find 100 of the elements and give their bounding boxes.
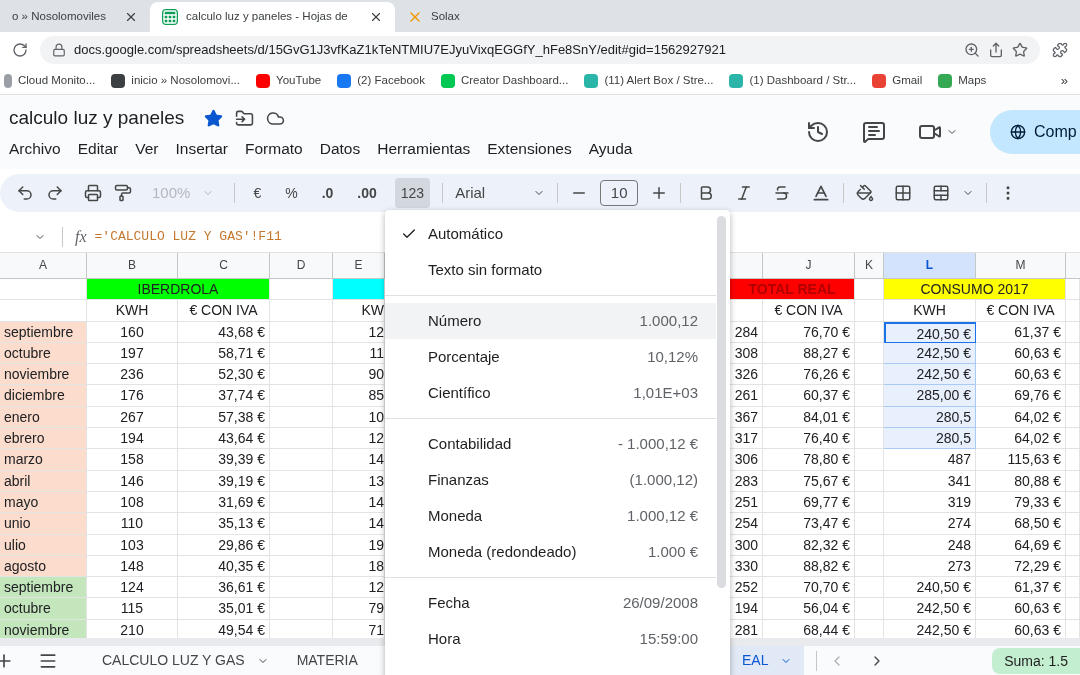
menu-option[interactable]: Automático <box>385 216 716 252</box>
menu-option[interactable]: Finanzas (1.000,12) <box>385 462 716 498</box>
share-icon[interactable] <box>988 41 1004 58</box>
star-icon[interactable] <box>204 108 224 128</box>
format-button[interactable]: .00 <box>351 178 383 208</box>
column-header[interactable]: A <box>0 253 87 279</box>
column-header[interactable]: L <box>884 253 976 279</box>
strikethrough-icon[interactable] <box>773 184 792 202</box>
menu-option[interactable]: Fecha 26/09/2008 <box>385 585 716 621</box>
column-header[interactable]: B <box>87 253 178 279</box>
table-cell: 88,82 € <box>763 555 855 578</box>
redo-icon[interactable] <box>46 184 64 202</box>
browser-tab[interactable]: calculo luz y paneles - Hojas de <box>150 2 395 32</box>
move-folder-icon[interactable] <box>235 108 255 128</box>
document-title[interactable]: calculo luz y paneles <box>9 104 185 133</box>
menu-item[interactable]: Ver <box>135 136 159 160</box>
bookmark-link[interactable]: Cloud Monito... <box>18 71 96 90</box>
menu-item[interactable]: Insertar <box>175 136 228 160</box>
column-header[interactable]: C <box>178 253 270 279</box>
month-cell: diciembre <box>0 385 87 407</box>
menu-item[interactable]: Herramientas <box>377 136 471 160</box>
menu-item[interactable]: Archivo <box>9 136 61 160</box>
selected-cell[interactable]: 280,5 <box>884 428 976 450</box>
format-button[interactable]: € <box>247 178 268 208</box>
table-cell <box>1066 428 1080 450</box>
column-header[interactable]: D <box>270 253 333 279</box>
option-label: Fecha <box>428 592 471 613</box>
selected-cell[interactable]: 242,50 € <box>884 598 976 620</box>
selected-cell[interactable]: 341 <box>884 470 976 492</box>
bookmark-link[interactable]: Creator Dashboard... <box>461 71 569 90</box>
selected-cell[interactable]: 487 <box>884 449 976 471</box>
fx-icon: fx <box>75 224 87 249</box>
reload-icon[interactable] <box>12 41 28 58</box>
close-icon[interactable] <box>369 10 383 24</box>
address-bar[interactable]: docs.google.com/spreadsheets/d/15GvG1J3vfKaZ1kTeNTMIU7EJyuVixqEGGfY_hFe8SnY/edit#gid=1562927921 <box>40 35 1040 64</box>
menu-item[interactable]: Extensiones <box>487 136 572 160</box>
column-header[interactable]: K <box>855 253 884 279</box>
sum-chip[interactable]: Suma: 1.5 <box>992 647 1080 674</box>
selected-cell[interactable]: 242,50 € <box>884 364 976 386</box>
selected-cell[interactable]: 319 <box>884 491 976 514</box>
paint-format-icon[interactable] <box>114 184 132 202</box>
history-icon[interactable] <box>806 120 830 144</box>
zoom-icon[interactable] <box>964 41 980 58</box>
selected-cell[interactable]: 240,50 € <box>884 577 976 599</box>
format-button[interactable]: % <box>279 178 304 208</box>
menu-item[interactable]: Formato <box>245 136 303 160</box>
scrollbar[interactable] <box>717 216 726 588</box>
borders-icon[interactable] <box>894 184 913 202</box>
browser-tab[interactable]: Solax <box>395 2 545 32</box>
selected-cell[interactable]: 248 <box>884 534 976 556</box>
bookmark-link[interactable]: YouTube <box>276 71 322 90</box>
comments-icon[interactable] <box>862 120 886 144</box>
menu-option[interactable]: Hora 15:59:00 <box>385 621 716 657</box>
extensions-icon[interactable] <box>1052 41 1068 58</box>
formula-field[interactable]: ='CALCULO LUZ Y GAS'!F11 <box>94 226 282 247</box>
bookmark-link[interactable]: inicio » Nosolomovi... <box>131 71 240 90</box>
undo-icon[interactable] <box>16 184 34 202</box>
menu-item[interactable]: Ayuda <box>588 136 633 160</box>
menu-option[interactable]: Contabilidad - 1.000,12 € <box>385 426 716 462</box>
menu-option[interactable]: Porcentaje 10,12% <box>385 339 716 375</box>
selected-cell[interactable]: 273 <box>884 555 976 578</box>
more-bookmarks[interactable]: » <box>1060 70 1068 91</box>
selected-cell[interactable]: 274 <box>884 513 976 535</box>
menu-item[interactable]: Editar <box>77 136 119 160</box>
sheet-tab[interactable]: EAL <box>730 646 805 675</box>
bookmark-link[interactable]: (11) Alert Box / Stre... <box>604 71 714 90</box>
menu-option[interactable]: Científico 1,01E+03 <box>385 375 716 411</box>
table-cell <box>855 598 884 620</box>
sheet-tab[interactable]: MATERIA <box>284 646 370 675</box>
sheet-tab[interactable]: CALCULO LUZ Y GAS <box>90 646 281 675</box>
bookmark-link[interactable]: (1) Dashboard / Str... <box>749 71 857 90</box>
selected-cell[interactable]: 242,50 € <box>884 342 976 365</box>
menu-option[interactable]: Número 1.000,12 <box>385 303 716 339</box>
share-button[interactable]: Comp <box>990 110 1080 154</box>
menu-item[interactable]: Datos <box>319 136 361 160</box>
fill-color-icon[interactable] <box>856 184 875 202</box>
selected-cell[interactable]: 240,50 € <box>884 321 976 343</box>
menu-option[interactable]: Texto sin formato <box>385 252 716 288</box>
column-header[interactable]: J <box>763 253 855 279</box>
merge-icon[interactable] <box>932 184 951 202</box>
format-button[interactable]: .0 <box>315 178 340 208</box>
print-icon[interactable] <box>84 184 102 202</box>
column-header[interactable]: M <box>976 253 1066 279</box>
table-cell: € CON IVA <box>763 300 855 322</box>
font-dropdown[interactable]: Arial <box>455 181 546 205</box>
format-button[interactable]: 123 <box>394 178 431 208</box>
bookmark-link[interactable]: Maps <box>958 71 987 90</box>
column-header[interactable]: E <box>333 253 385 279</box>
table-cell: 60,63 € <box>976 598 1066 620</box>
browser-tab[interactable]: o » Nosolomoviles <box>0 2 150 32</box>
menu-option[interactable]: Moneda (redondeado) 1.000 € <box>385 534 716 570</box>
menu-option[interactable]: Moneda 1.000,12 € <box>385 498 716 534</box>
table-cell <box>270 385 333 407</box>
bookmark-star-icon[interactable] <box>1012 41 1028 58</box>
bookmark-link[interactable]: (2) Facebook <box>357 71 425 90</box>
font-size-field[interactable]: 10 <box>600 180 639 206</box>
bookmark-link[interactable]: Gmail <box>892 71 923 90</box>
selected-cell[interactable]: 285,00 € <box>884 385 976 407</box>
close-icon[interactable] <box>124 10 138 24</box>
selected-cell[interactable]: 280,5 <box>884 406 976 429</box>
